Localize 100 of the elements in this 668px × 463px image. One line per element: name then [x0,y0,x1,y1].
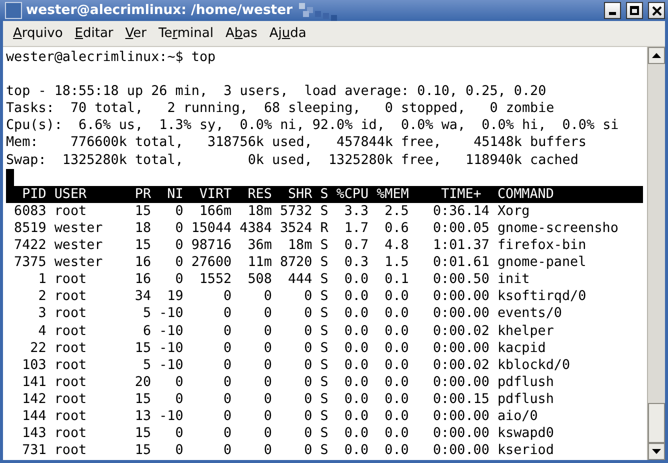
window-icon[interactable] [5,2,22,19]
table-cell-text: 0.1 [384,271,409,288]
table-cell-text: 144 [21,408,46,426]
table-cell-text: 0.0 [343,408,369,426]
table-cell-text: 0 [262,408,272,426]
table-cell-text: 18m [286,237,312,254]
table-cell-text: 16 [134,254,152,272]
table-cell: -10 [159,305,184,322]
table-cell-text: gnome-panel [497,254,588,272]
table-cell-text: 0.0 [384,425,409,442]
scroll-bar[interactable] [647,47,665,460]
table-cell-text: 508 [246,271,272,288]
table-cell: 8720 [280,254,312,272]
table-cell-text: 0 [303,425,312,442]
table-cell-text: 0.0 [343,271,369,288]
table-cell-text: 0.0 [384,374,409,391]
table-cell-text: 0 [174,220,184,238]
table-cell-text: 0.0 [384,356,409,374]
table-cell-text: 4.8 [384,237,409,254]
table-cell-text: 0.3 [343,254,369,272]
table-cell-text: 0 [222,390,232,408]
table-cell-text: 0 [174,425,184,442]
table-cell-text: 0 [222,322,232,340]
table-cell-text: 0 [174,374,184,391]
table-cell-text: 0:00.00 [432,374,490,391]
table-cell-text: 15 [134,425,152,442]
table-cell-text: 5 [142,356,152,374]
table-cell-text: 5 [142,305,152,322]
table-cell-text: 15 [134,202,152,220]
table-cell-text: 0.0 [343,425,369,442]
table-cell-text: 0:01.61 [432,254,490,272]
table-cell-text: 0 [174,442,184,460]
table-cell: S [320,390,328,408]
table-cell-text: 15 [134,237,152,254]
table-cell-text: events/0 [497,305,563,322]
menu-item[interactable]: Terminal [152,24,220,43]
table-cell-text: 13 [134,408,152,426]
menu-item[interactable]: Editar [68,24,120,43]
table-cell: S [320,442,328,460]
table-cell-text: 2 [37,288,46,306]
output-line: Tasks: 70 total, 2 running, 68 sleeping, 0 stopped, 0 zombie [6,100,556,118]
table-cell-text: 1552 [198,271,232,288]
table-cell-text: 0.0 [343,390,369,408]
menu-item[interactable]: Arquivo [7,24,69,43]
table-cell: -10 [159,356,184,374]
table-cell-text: 0 [303,408,312,426]
scroll-up-button[interactable] [648,47,665,64]
table-cell-text: 0 [262,442,272,460]
table-cell-text: root [54,356,88,374]
minimize-button[interactable] [604,2,621,19]
table-cell-text: ksoftirqd/0 [497,288,588,306]
table-cell-text: root [54,322,88,340]
table-cell-text: 0.0 [384,340,409,357]
scroll-thumb[interactable] [648,403,665,443]
table-cell-text: 166m [198,202,232,220]
table-cell-text: 0.0 [384,442,409,460]
table-cell-text: 19 [166,288,184,306]
table-cell-text: 143 [21,425,46,442]
table-cell-text: 0.0 [343,442,369,460]
table-cell-text: 0 [262,374,272,391]
table-cell-text: 0.0 [343,374,369,391]
table-cell-text: 0:00.00 [432,288,490,306]
table-cell-text: 3.3 [343,202,369,220]
table-cell-text: 0 [303,322,312,340]
table-cell-text: 7422 [13,237,46,254]
table-cell-text: 0:00.02 [432,322,490,340]
menu-item[interactable]: Abas [219,24,264,43]
table-cell: R [320,220,328,238]
table-cell: 5732 [280,202,312,220]
menu-item[interactable]: Ver [119,24,153,43]
table-cell-text: 141 [21,374,46,391]
close-button[interactable] [648,2,665,19]
table-cell-text: 0 [262,305,272,322]
table-cell-text: root [54,425,88,442]
table-cell-text: gnome-screensho [497,220,620,238]
table-cell-text: 18 [134,220,152,238]
scroll-down-button[interactable] [648,443,665,460]
table-cell-text: kblockd/0 [497,356,572,374]
maximize-button[interactable] [626,2,643,19]
table-cell-text: 0.7 [343,237,369,254]
table-cell-text: root [54,390,88,408]
table-cell-text: 0 [222,288,232,306]
table-cell-text: 0 [303,374,312,391]
table-cell-text: pdflush [497,390,555,408]
table-cell-text: root [54,202,88,220]
table-cell-text: 0 [262,322,272,340]
table-cell-text: 6 [142,322,152,340]
table-cell-text: 0:00.15 [432,390,490,408]
table-cell-text: 0 [222,356,232,374]
table-cell-text: 3 [37,305,46,322]
table-cell-text: 20 [134,374,152,391]
table-cell-text: 0 [303,356,312,374]
table-cell-text: 0.0 [384,288,409,306]
table-cell-text: 103 [21,356,46,374]
down-arrow-icon [652,449,661,454]
menu-item[interactable]: Ajuda [263,24,312,43]
table-cell-text: pdflush [497,374,555,391]
table-cell-text: 0.0 [343,288,369,306]
table-cell-text: 0 [222,425,232,442]
table-cell-text: root [54,442,88,460]
